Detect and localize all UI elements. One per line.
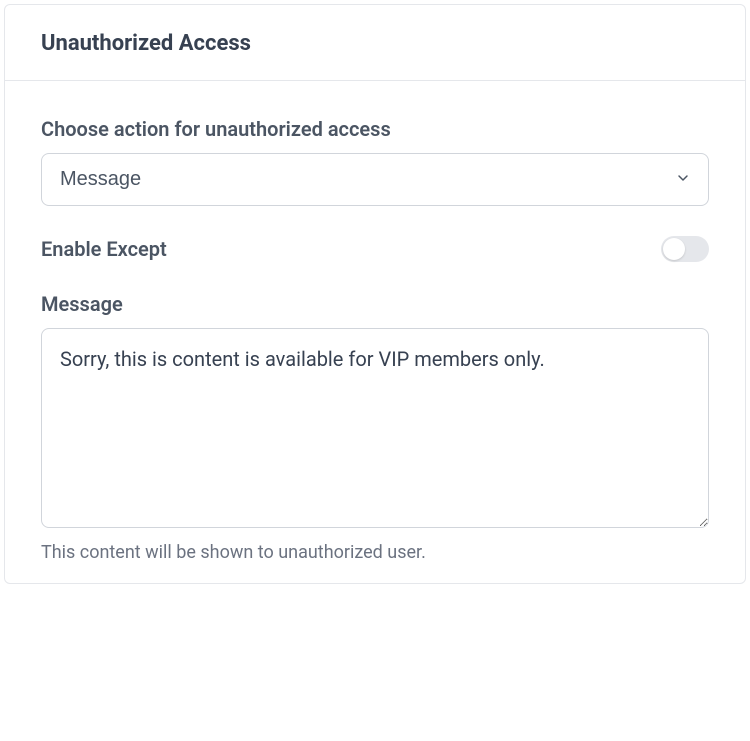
panel-body: Choose action for unauthorized access Me… <box>5 81 745 583</box>
panel-header: Unauthorized Access <box>5 5 745 81</box>
message-label: Message <box>41 292 709 316</box>
action-selected-value: Message <box>60 168 141 191</box>
action-select-wrap: Message <box>41 153 709 206</box>
action-label: Choose action for unauthorized access <box>41 117 709 141</box>
action-select[interactable]: Message <box>41 153 709 206</box>
enable-except-label: Enable Except <box>41 237 167 261</box>
enable-except-toggle[interactable] <box>661 236 709 262</box>
message-helper: This content will be shown to unauthoriz… <box>41 542 709 563</box>
panel-title: Unauthorized Access <box>41 31 709 56</box>
unauthorized-access-panel: Unauthorized Access Choose action for un… <box>4 4 746 584</box>
enable-except-row: Enable Except <box>41 236 709 262</box>
toggle-knob <box>663 238 685 260</box>
message-textarea[interactable] <box>41 328 709 528</box>
